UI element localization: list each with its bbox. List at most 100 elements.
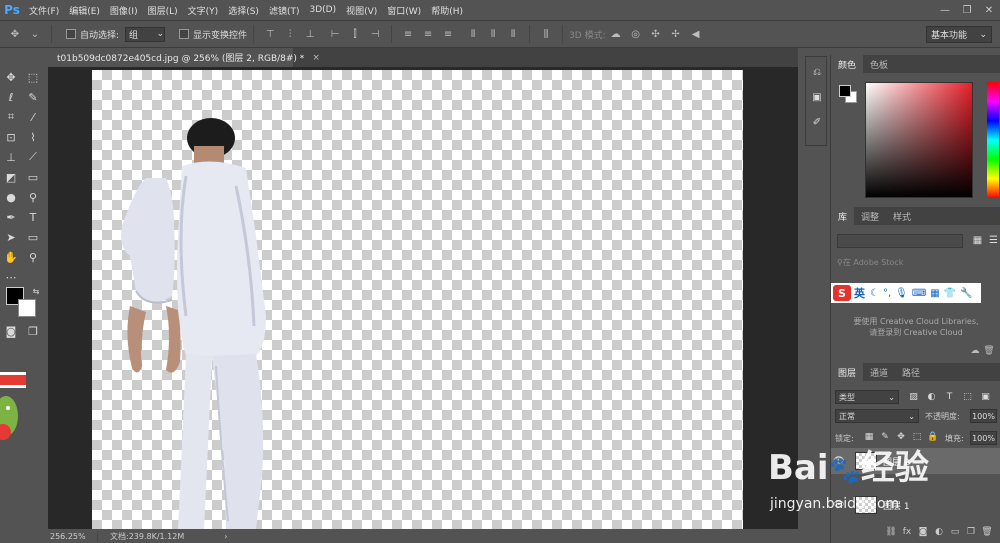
scale-3d-icon[interactable]: ◀ (689, 27, 703, 41)
align-right-icon[interactable]: ⊣ (368, 27, 382, 41)
history-brush-tool-icon[interactable]: ⟋ (25, 149, 41, 165)
menu-3d[interactable]: 3D(D) (304, 5, 341, 15)
tab-paths[interactable]: 路径 (895, 363, 927, 381)
stamp-tool-icon[interactable]: ⊥ (3, 149, 19, 165)
tab-channels[interactable]: 通道 (863, 363, 895, 381)
shape-tool-icon[interactable]: ▭ (25, 229, 41, 245)
marquee-tool-icon[interactable]: ⬚ (25, 69, 41, 85)
move-tool-icon[interactable]: ✥ (8, 27, 22, 41)
menu-select[interactable]: 选择(S) (223, 4, 264, 17)
document-canvas[interactable] (92, 70, 743, 529)
menu-view[interactable]: 视图(V) (341, 4, 382, 17)
trash-icon[interactable]: 🗑 (979, 525, 995, 539)
menu-edit[interactable]: 编辑(E) (64, 4, 105, 17)
zoom-tool-icon[interactable]: ⚲ (25, 249, 41, 265)
move-tool-icon[interactable]: ✥ (3, 69, 19, 85)
menu-layer[interactable]: 图层(L) (143, 4, 183, 17)
show-transform-checkbox[interactable] (179, 29, 190, 39)
cloud-sync-icon[interactable]: ☁ (968, 345, 982, 357)
auto-select-dropdown[interactable]: 组 ⌄ (125, 26, 166, 42)
background-color-swatch[interactable] (18, 299, 36, 317)
lock-artboard-icon[interactable]: ⬚ (911, 431, 923, 443)
menu-help[interactable]: 帮助(H) (426, 4, 468, 17)
close-icon[interactable]: × (312, 53, 320, 63)
align-hcenter-icon[interactable]: ⫿ (348, 27, 362, 41)
keyboard-icon[interactable]: ⌨ (912, 288, 926, 299)
healing-tool-icon[interactable]: ⊡ (3, 129, 19, 145)
align-top-icon[interactable]: ⊤ (263, 27, 277, 41)
distribute-hcenter-icon[interactable]: ⦀ (486, 27, 500, 41)
distribute-right-icon[interactable]: ⦀ (506, 27, 520, 41)
library-search[interactable]: ⚲ 在 Adobe Stock (837, 255, 995, 269)
gradient-tool-icon[interactable]: ▭ (25, 169, 41, 185)
type-tool-icon[interactable]: T (25, 209, 41, 225)
lock-transparency-icon[interactable]: ▦ (863, 431, 875, 443)
auto-select-checkbox[interactable] (66, 29, 76, 39)
tab-layers[interactable]: 图层 (831, 363, 864, 381)
hue-slider[interactable] (987, 82, 999, 198)
shirt-icon[interactable]: 👕 (944, 288, 956, 299)
quick-select-tool-icon[interactable]: ✎ (25, 89, 41, 105)
filter-shape-icon[interactable]: ⬚ (961, 390, 974, 403)
slide-3d-icon[interactable]: ✢ (669, 27, 683, 41)
moon-icon[interactable]: ☾ (870, 288, 879, 299)
toolbox-icon[interactable]: ▦ (930, 288, 939, 299)
tab-styles[interactable]: 样式 (886, 207, 918, 225)
dodge-tool-icon[interactable]: ⚲ (25, 189, 41, 205)
ime-language[interactable]: 英 (854, 285, 865, 301)
new-layer-icon[interactable]: ❐ (963, 525, 979, 539)
fill-input[interactable]: 100% (970, 431, 997, 445)
lock-pixels-icon[interactable]: ✎ (879, 431, 891, 443)
menu-file[interactable]: 文件(F) (24, 4, 64, 17)
roll-3d-icon[interactable]: ◎ (629, 27, 643, 41)
restore-button[interactable]: ❐ (956, 0, 978, 20)
eyedropper-tool-icon[interactable]: ⁄ (25, 109, 41, 125)
library-dropdown[interactable] (837, 234, 963, 248)
eraser-tool-icon[interactable]: ◩ (3, 169, 19, 185)
menu-image[interactable]: 图像(I) (105, 4, 143, 17)
distribute-vcenter-icon[interactable]: ≡ (421, 27, 435, 41)
layer-filter-dropdown[interactable]: 类型 ⌄ (835, 390, 899, 404)
new-group-icon[interactable]: ▭ (947, 525, 963, 539)
filter-pixel-icon[interactable]: ▨ (907, 390, 920, 403)
lasso-tool-icon[interactable]: ℓ (3, 89, 19, 105)
status-menu-arrow-icon[interactable]: › (224, 532, 227, 541)
crop-tool-icon[interactable]: ⌗ (3, 109, 19, 125)
align-vcenter-icon[interactable]: ⫶ (283, 27, 297, 41)
drag-3d-icon[interactable]: ✣ (649, 27, 663, 41)
filter-smart-icon[interactable]: ▣ (979, 390, 992, 403)
lock-all-icon[interactable]: 🔒 (927, 431, 939, 443)
color-foreground-swatch[interactable] (839, 85, 851, 97)
punctuation-icon[interactable]: °, (883, 288, 891, 299)
close-button[interactable]: ✕ (978, 0, 1000, 20)
properties-panel-icon[interactable]: ▣ (807, 87, 827, 107)
filter-type-icon[interactable]: T (943, 390, 956, 403)
pen-tool-icon[interactable]: ✒ (3, 209, 19, 225)
auto-align-icon[interactable]: ⫼ (539, 27, 553, 41)
layer-row[interactable]: 👁 图层 1 (831, 494, 1000, 516)
adjustment-layer-icon[interactable]: ◐ (931, 525, 947, 539)
distribute-bottom-icon[interactable]: ≡ (441, 27, 455, 41)
filter-adjustment-icon[interactable]: ◐ (925, 390, 938, 403)
layer-row[interactable]: 👁 图层 2 (831, 448, 1000, 474)
tool-preset-chevron-icon[interactable]: ⌄ (28, 27, 42, 41)
distribute-left-icon[interactable]: ⦀ (466, 27, 480, 41)
menu-filter[interactable]: 滤镜(T) (264, 4, 305, 17)
more-tools-icon[interactable]: ⋯ (3, 269, 19, 285)
grid-view-icon[interactable]: ▦ (971, 234, 984, 247)
screen-mode-icon[interactable]: ❐ (25, 323, 41, 339)
workspace-dropdown[interactable]: 基本功能 ⌄ (926, 26, 992, 43)
zoom-readout[interactable]: 256.25% (48, 531, 98, 541)
minimize-button[interactable]: — (934, 0, 956, 20)
history-panel-icon[interactable]: ⎌ (807, 62, 827, 82)
tab-swatches[interactable]: 色板 (863, 55, 895, 73)
swap-colors-icon[interactable]: ⇆ (28, 283, 44, 299)
add-mask-icon[interactable]: ◙ (915, 525, 931, 539)
blur-tool-icon[interactable]: ● (3, 189, 19, 205)
tab-adjustments[interactable]: 调整 (854, 207, 886, 225)
brush-tool-icon[interactable]: ⌇ (25, 129, 41, 145)
hand-tool-icon[interactable]: ✋ (3, 249, 19, 265)
eye-icon[interactable]: 👁 (831, 456, 847, 466)
rotate-3d-icon[interactable]: ☁ (609, 27, 623, 41)
trash-icon[interactable]: 🗑 (982, 345, 996, 357)
